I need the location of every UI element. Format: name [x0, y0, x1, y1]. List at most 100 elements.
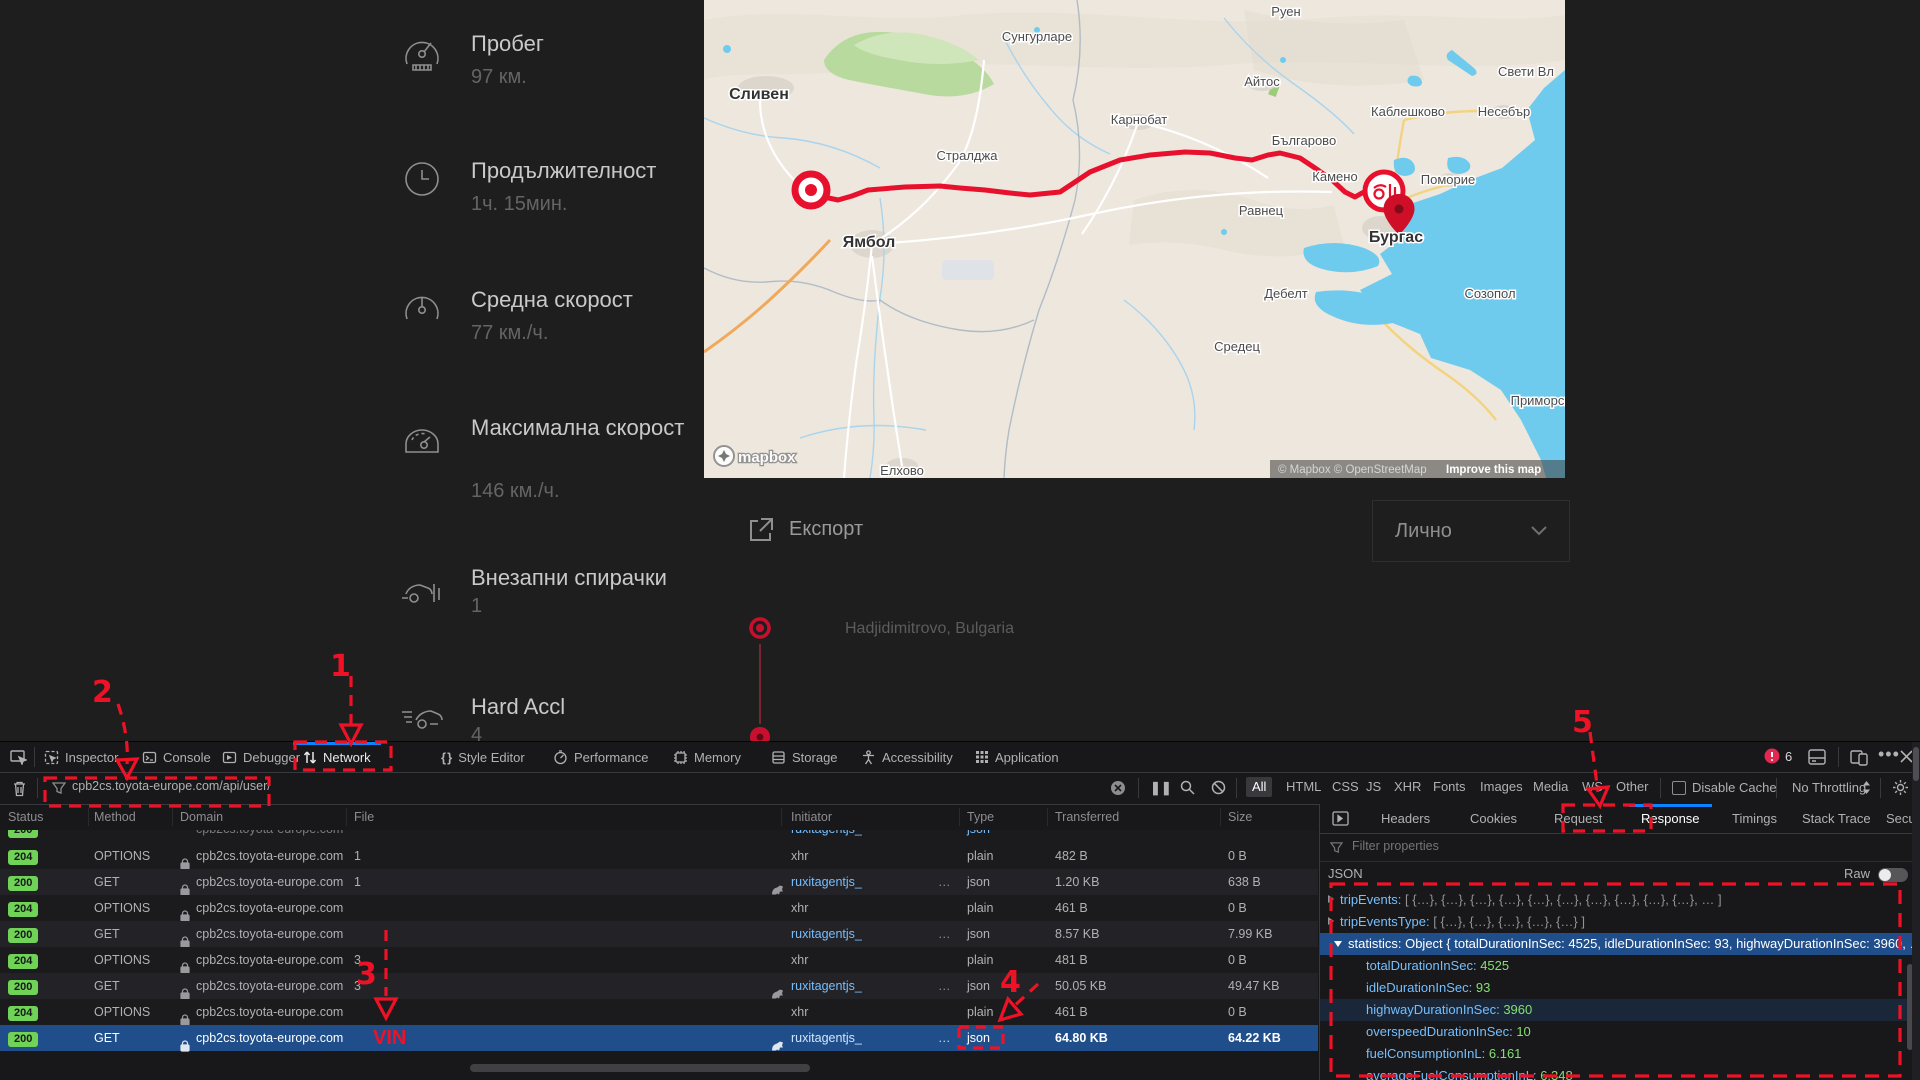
throttling-dropdown[interactable]: No Throttling — [1792, 780, 1866, 795]
json-node-tripEvents[interactable]: tripEvents: [ {…}, {…}, {…}, {…}, {…}, {… — [1328, 889, 1908, 911]
error-badge[interactable]: 6 — [1764, 748, 1792, 764]
tab-response[interactable]: Response — [1641, 804, 1700, 833]
map-label: Равнец — [1239, 203, 1284, 218]
col-status[interactable]: Status — [8, 804, 43, 830]
table-row[interactable]: 200 GET cpb2cs.toyota-europe.com 3 ruxit… — [0, 973, 1318, 999]
expand-arrow-icon[interactable] — [1328, 917, 1334, 925]
json-prop[interactable]: fuelConsumptionInL: 6.161 — [1366, 1043, 1920, 1065]
filter-funnel-icon — [1330, 841, 1343, 854]
average-speed-icon — [402, 286, 442, 328]
initiator-link[interactable]: ruxitagentjs_ — [791, 869, 862, 895]
pick-element-icon[interactable] — [10, 749, 27, 765]
visibility-dropdown[interactable]: Лично — [1372, 500, 1570, 562]
filter-type-js[interactable]: JS — [1360, 777, 1387, 797]
tab-headers[interactable]: Headers — [1381, 804, 1430, 833]
mapbox-logo[interactable]: mapbox — [714, 446, 796, 466]
svg-text:mapbox: mapbox — [738, 449, 796, 466]
network-table-header[interactable]: Status Method Domain File Initiator Type… — [0, 804, 1318, 831]
filter-type-html[interactable]: HTML — [1280, 777, 1327, 797]
table-row-clipped[interactable]: 200 cpb2cs.toyota-europe.com ruxitagentj… — [0, 830, 1318, 843]
table-row-selected[interactable]: 200 GET cpb2cs.toyota-europe.com ruxitag… — [0, 1025, 1318, 1051]
responsive-design-icon[interactable] — [1850, 748, 1868, 766]
tab-request[interactable]: Request — [1554, 804, 1602, 833]
tab-stack-trace[interactable]: Stack Trace — [1802, 804, 1871, 833]
attribution-text[interactable]: © Mapbox © OpenStreetMap — [1278, 464, 1427, 476]
devtools-scrollbar[interactable] — [1912, 742, 1920, 1080]
filter-type-media[interactable]: Media — [1527, 777, 1574, 797]
network-filter-bar: cpb2cs.toyota-europe.com/api/user/ ❚❚ Al… — [0, 772, 1920, 805]
table-row[interactable]: 204 OPTIONS cpb2cs.toyota-europe.com xhr… — [0, 999, 1318, 1025]
json-prop[interactable]: overspeedDurationInSec: 10 — [1366, 1021, 1920, 1043]
sidebar-toggle-icon[interactable] — [1332, 811, 1349, 826]
tab-console[interactable]: Console — [142, 742, 211, 772]
expand-arrow-icon[interactable] — [1328, 895, 1334, 903]
col-initiator[interactable]: Initiator — [791, 804, 832, 830]
filter-type-xhr[interactable]: XHR — [1388, 777, 1427, 797]
visibility-value: Лично — [1395, 520, 1452, 543]
col-domain[interactable]: Domain — [180, 804, 223, 830]
gear-icon[interactable] — [1892, 779, 1909, 796]
collapse-arrow-icon[interactable] — [1334, 941, 1342, 947]
col-size[interactable]: Size — [1228, 804, 1252, 830]
filter-type-all[interactable]: All — [1246, 777, 1272, 797]
tab-inspector[interactable]: Inspector — [44, 742, 118, 772]
filter-type-ws[interactable]: WS — [1576, 777, 1609, 797]
clear-requests-icon[interactable] — [12, 780, 27, 797]
json-node-tripEventsType[interactable]: tripEventsType: [ {…}, {…}, {…}, {…}, {…… — [1328, 911, 1908, 933]
initiator-cell: xhr — [791, 843, 808, 869]
filter-type-images[interactable]: Images — [1474, 777, 1529, 797]
block-icon[interactable] — [1211, 780, 1226, 795]
table-row[interactable]: 204 OPTIONS cpb2cs.toyota-europe.com xhr… — [0, 895, 1318, 921]
stat-label: Внезапни спирачки — [471, 563, 667, 593]
tab-debugger[interactable]: Debugger — [222, 742, 300, 772]
col-method[interactable]: Method — [94, 804, 136, 830]
json-prop[interactable]: averageFuelConsumptionInL: 6.348 — [1366, 1065, 1920, 1080]
json-node-statistics[interactable]: statistics: Object { totalDurationInSec:… — [1320, 933, 1920, 955]
horizontal-scrollbar[interactable] — [470, 1064, 810, 1072]
trip-map[interactable]: Руен Сунгурларе Айтос Свети Вл Каблешков… — [704, 0, 1565, 478]
pause-icon[interactable]: ❚❚ — [1150, 780, 1172, 796]
memory-icon — [673, 750, 688, 765]
tab-network[interactable]: Network — [303, 742, 371, 772]
table-row[interactable]: 200 GET cpb2cs.toyota-europe.com 1 ruxit… — [0, 869, 1318, 895]
filter-properties-input[interactable]: Filter properties — [1352, 839, 1439, 853]
filter-type-fonts[interactable]: Fonts — [1427, 777, 1472, 797]
disable-cache-label[interactable]: Disable Cache — [1692, 780, 1777, 795]
clear-filter-icon[interactable] — [1110, 780, 1126, 796]
tab-performance[interactable]: Performance — [553, 742, 648, 772]
disable-cache-checkbox[interactable] — [1672, 781, 1686, 795]
tab-storage[interactable]: Storage — [771, 742, 838, 772]
json-section-label[interactable]: JSON — [1328, 866, 1363, 881]
improve-map-link[interactable]: Improve this map — [1446, 464, 1541, 476]
tab-accessibility[interactable]: Accessibility — [861, 742, 953, 772]
initiator-link[interactable]: ruxitagentjs_ — [791, 973, 862, 999]
table-row[interactable]: 200 GET cpb2cs.toyota-europe.com ruxitag… — [0, 921, 1318, 947]
table-row[interactable]: 204 OPTIONS cpb2cs.toyota-europe.com 1 x… — [0, 843, 1318, 869]
col-type[interactable]: Type — [967, 804, 994, 830]
max-speed-icon — [402, 418, 442, 460]
filter-type-other[interactable]: Other — [1610, 777, 1655, 797]
tab-memory[interactable]: Memory — [673, 742, 741, 772]
search-icon[interactable] — [1180, 780, 1195, 795]
json-prop[interactable]: highwayDurationInSec: 3960 — [1320, 999, 1920, 1021]
col-transferred[interactable]: Transferred — [1055, 804, 1119, 830]
meatball-menu-icon[interactable]: ••• — [1878, 744, 1900, 765]
route-origin-address: Hadjidimitrovo, Bulgaria — [845, 620, 1014, 638]
tab-application[interactable]: Application — [975, 742, 1059, 772]
initiator-link[interactable]: ruxitagentjs_ — [791, 1025, 862, 1051]
url-filter-input[interactable]: cpb2cs.toyota-europe.com/api/user/ — [72, 779, 271, 793]
split-console-icon[interactable] — [1808, 749, 1826, 765]
col-file[interactable]: File — [354, 804, 374, 830]
tab-style-editor[interactable]: { } Style Editor — [441, 742, 525, 772]
export-button[interactable]: Експорт — [789, 518, 863, 541]
filter-type-css[interactable]: CSS — [1326, 777, 1365, 797]
tab-cookies[interactable]: Cookies — [1470, 804, 1517, 833]
tab-timings[interactable]: Timings — [1732, 804, 1777, 833]
devtools-panel: Inspector Console Debugger Network { } S… — [0, 741, 1920, 1080]
json-prop[interactable]: totalDurationInSec: 4525 — [1366, 955, 1920, 977]
json-prop[interactable]: idleDurationInSec: 93 — [1366, 977, 1920, 999]
table-row[interactable]: 204 OPTIONS cpb2cs.toyota-europe.com 3 x… — [0, 947, 1318, 973]
stat-value: 77 км./ч. — [471, 322, 548, 345]
initiator-link[interactable]: ruxitagentjs_ — [791, 921, 862, 947]
raw-toggle[interactable] — [1878, 868, 1908, 882]
